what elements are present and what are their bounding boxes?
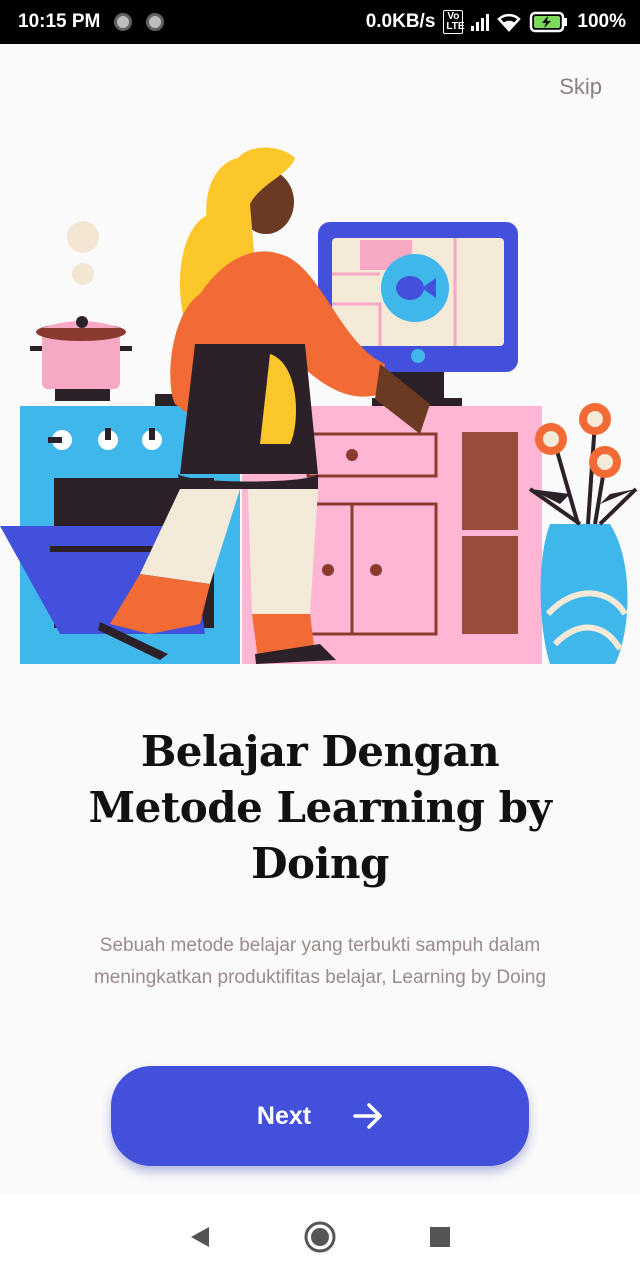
home-button[interactable] xyxy=(290,1207,350,1267)
network-speed: 0.0KB/s xyxy=(365,11,436,32)
status-bar: 10:15 PM 0.0KB/s Vo LTE 100% xyxy=(0,0,640,44)
back-button[interactable] xyxy=(170,1207,230,1267)
skip-button[interactable]: Skip xyxy=(559,74,602,100)
signal-icon xyxy=(471,13,490,31)
recents-square-icon xyxy=(430,1227,450,1247)
wifi-icon xyxy=(497,12,522,32)
status-time: 10:15 PM xyxy=(18,11,101,32)
battery-icon xyxy=(529,11,569,33)
onboarding-description: Sebuah metode belajar yang terbukti samp… xyxy=(93,935,547,988)
volte-icon: Vo LTE xyxy=(443,10,465,34)
battery-percent: 100% xyxy=(577,11,626,32)
onboarding-screen: Skip Belajar Dengan Metode Learning by D… xyxy=(0,44,640,1194)
next-button[interactable]: Next xyxy=(111,1066,529,1166)
arrow-right-icon xyxy=(353,1102,383,1130)
back-triangle-icon xyxy=(191,1227,209,1247)
system-nav-bar xyxy=(0,1194,640,1280)
woman-cooking-illustration xyxy=(0,147,638,664)
notification-icon-2 xyxy=(146,13,165,31)
status-right: 0.0KB/s Vo LTE 100% xyxy=(366,10,626,34)
status-left: 10:15 PM xyxy=(18,11,165,33)
home-circle-icon xyxy=(304,1221,336,1253)
notification-icon xyxy=(114,13,133,31)
next-button-label: Next xyxy=(256,1101,312,1130)
recents-button[interactable] xyxy=(410,1207,470,1267)
onboarding-title: Belajar Dengan Metode Learning by Doing xyxy=(88,727,552,888)
